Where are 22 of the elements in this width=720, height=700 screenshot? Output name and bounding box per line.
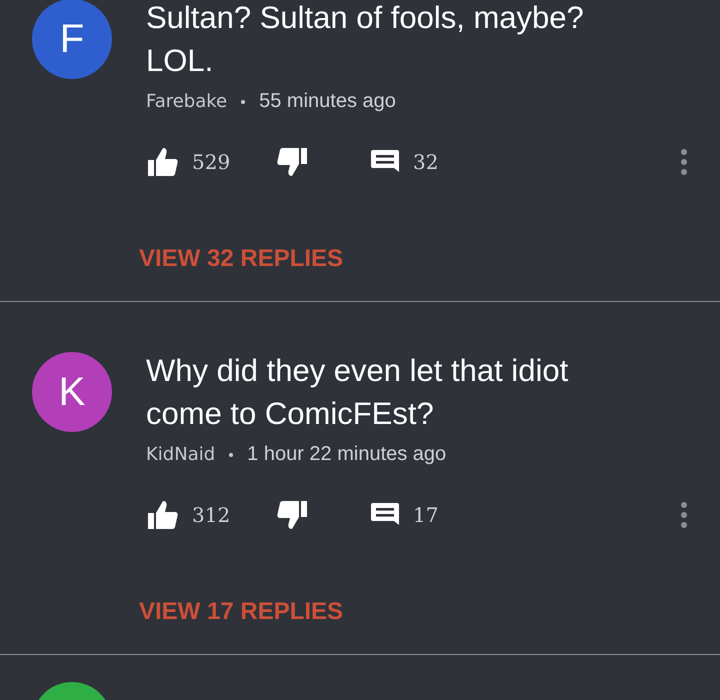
like-button[interactable]: 312 [148, 501, 277, 529]
comment-icon [371, 503, 399, 527]
thumbs-down-icon [277, 501, 307, 529]
avatar: F [32, 0, 112, 79]
comment-text: Why did they even let that idiot come to ComicFEst? [146, 352, 570, 433]
like-button[interactable]: 529 [148, 148, 277, 176]
timestamp: 1 hour 22 minutes ago [247, 443, 446, 466]
replies-button[interactable]: 17 [371, 503, 611, 527]
comment-icon [371, 150, 399, 174]
thumbs-up-icon [148, 501, 178, 529]
avatar: K [32, 352, 112, 432]
thumbs-up-icon [148, 148, 178, 176]
more-options-icon[interactable] [681, 502, 687, 528]
comment-text: Sultan? Sultan of fools, maybe? LOL. [146, 0, 585, 80]
more-options-icon[interactable] [681, 149, 687, 175]
timestamp: 55 minutes ago [259, 90, 396, 113]
author-name[interactable]: KidNaid [146, 444, 216, 465]
replies-button[interactable]: 32 [371, 150, 611, 174]
separator-dot-icon [241, 100, 246, 104]
thumbs-down-icon [277, 148, 307, 176]
separator-dot-icon [229, 452, 234, 456]
author-name[interactable]: Farebake [146, 91, 228, 112]
